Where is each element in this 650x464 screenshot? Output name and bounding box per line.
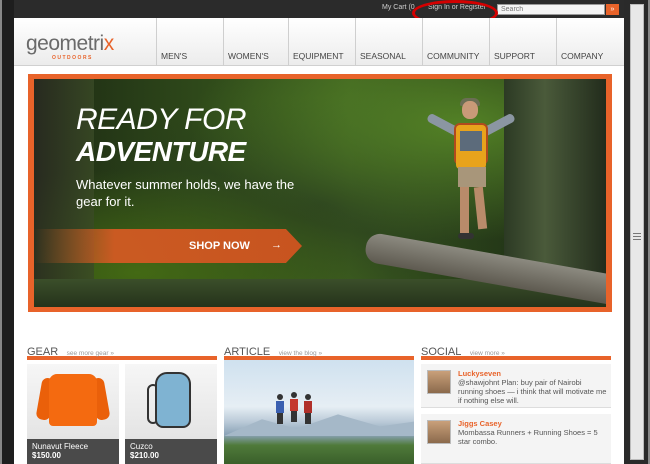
avatar[interactable] (427, 370, 451, 394)
gear-name: Cuzco (130, 442, 153, 451)
fleece-jacket-image (49, 374, 97, 426)
article-section-title: ARTICLE (224, 346, 271, 358)
logo-subtitle: OUTDOORS (52, 55, 93, 61)
nav-item-community[interactable]: COMMUNITY (422, 18, 489, 66)
view-blog-link[interactable]: view the blog » (279, 350, 322, 357)
gear-price: $210.00 (130, 451, 159, 460)
hero-headline-line2: ADVENTURE (76, 136, 246, 167)
social-post: Jiggs Casey Mombassa Runners + Running S… (421, 414, 611, 464)
logo-accent-letter: x (103, 32, 115, 55)
gear-caption: Nunavut Fleece $150.00 (27, 439, 119, 464)
search-button[interactable]: » (606, 4, 619, 15)
hiker-figure (276, 394, 284, 424)
main-navigation: MEN'S WOMEN'S EQUIPMENT SEASONAL COMMUNI… (156, 18, 624, 66)
site-header: geometrix OUTDOORS MEN'S WOMEN'S EQUIPME… (14, 18, 624, 66)
gear-price: $150.00 (32, 451, 61, 460)
see-more-gear-link[interactable]: see more gear » (67, 350, 114, 357)
shop-now-button[interactable] (34, 229, 302, 263)
nav-item-company[interactable]: COMPANY (556, 18, 624, 66)
social-post-text: Mombassa Runners + Running Shoes = 5 sta… (458, 428, 598, 446)
avatar[interactable] (427, 420, 451, 444)
social-section-title: SOCIAL (421, 346, 462, 358)
hero-headline-line1: READY FOR (76, 103, 246, 136)
gear-section-header: GEAR see more gear » (27, 342, 217, 360)
social-post-text: @shawjohnt Plan: buy pair of Nairobi run… (458, 378, 607, 405)
social-post: Luckyseven @shawjohnt Plan: buy pair of … (421, 364, 611, 408)
article-section-header: ARTICLE view the blog » (224, 342, 414, 360)
social-username[interactable]: Luckyseven (458, 369, 501, 378)
article-photo[interactable] (224, 360, 414, 464)
hiker-figure (290, 392, 298, 422)
hiker-figure (416, 98, 536, 271)
nav-item-womens[interactable]: WOMEN'S (223, 18, 288, 66)
cart-link[interactable]: My Cart (0 (382, 4, 415, 11)
backpack-image (155, 372, 191, 428)
hero-subtitle: Whatever summer holds, we have the gear … (76, 177, 295, 209)
nav-item-mens[interactable]: MEN'S (156, 18, 223, 66)
social-username[interactable]: Jiggs Casey (458, 419, 502, 428)
hiker-figure (304, 394, 312, 424)
window-right-edge (624, 0, 650, 464)
gear-name: Nunavut Fleece (32, 442, 89, 451)
logo-wordmark: geometri (26, 32, 104, 55)
gear-caption: Cuzco $210.00 (125, 439, 217, 464)
vertical-scrollbar[interactable] (630, 4, 644, 460)
website-page: My Cart (0 Sign In or Register » geometr… (14, 0, 624, 464)
window-left-edge (0, 0, 14, 464)
arrow-right-icon[interactable]: → (271, 239, 282, 251)
view-more-social-link[interactable]: view more » (470, 350, 505, 357)
brand-logo[interactable]: geometrix (26, 32, 114, 56)
search-input[interactable] (497, 4, 605, 15)
social-section-header: SOCIAL view more » (421, 342, 611, 360)
utility-bar: My Cart (0 Sign In or Register » (14, 0, 624, 18)
nav-item-equipment[interactable]: EQUIPMENT (288, 18, 355, 66)
nav-item-support[interactable]: SUPPORT (489, 18, 556, 66)
nav-item-seasonal[interactable]: SEASONAL (355, 18, 422, 66)
scrollbar-grip-icon[interactable] (633, 233, 641, 241)
gear-section-title: GEAR (27, 346, 59, 358)
gear-card-backpack[interactable]: Cuzco $210.00 (125, 364, 217, 464)
shop-now-label[interactable]: SHOP NOW (189, 240, 250, 252)
gear-card-fleece[interactable]: Nunavut Fleece $150.00 (27, 364, 119, 464)
